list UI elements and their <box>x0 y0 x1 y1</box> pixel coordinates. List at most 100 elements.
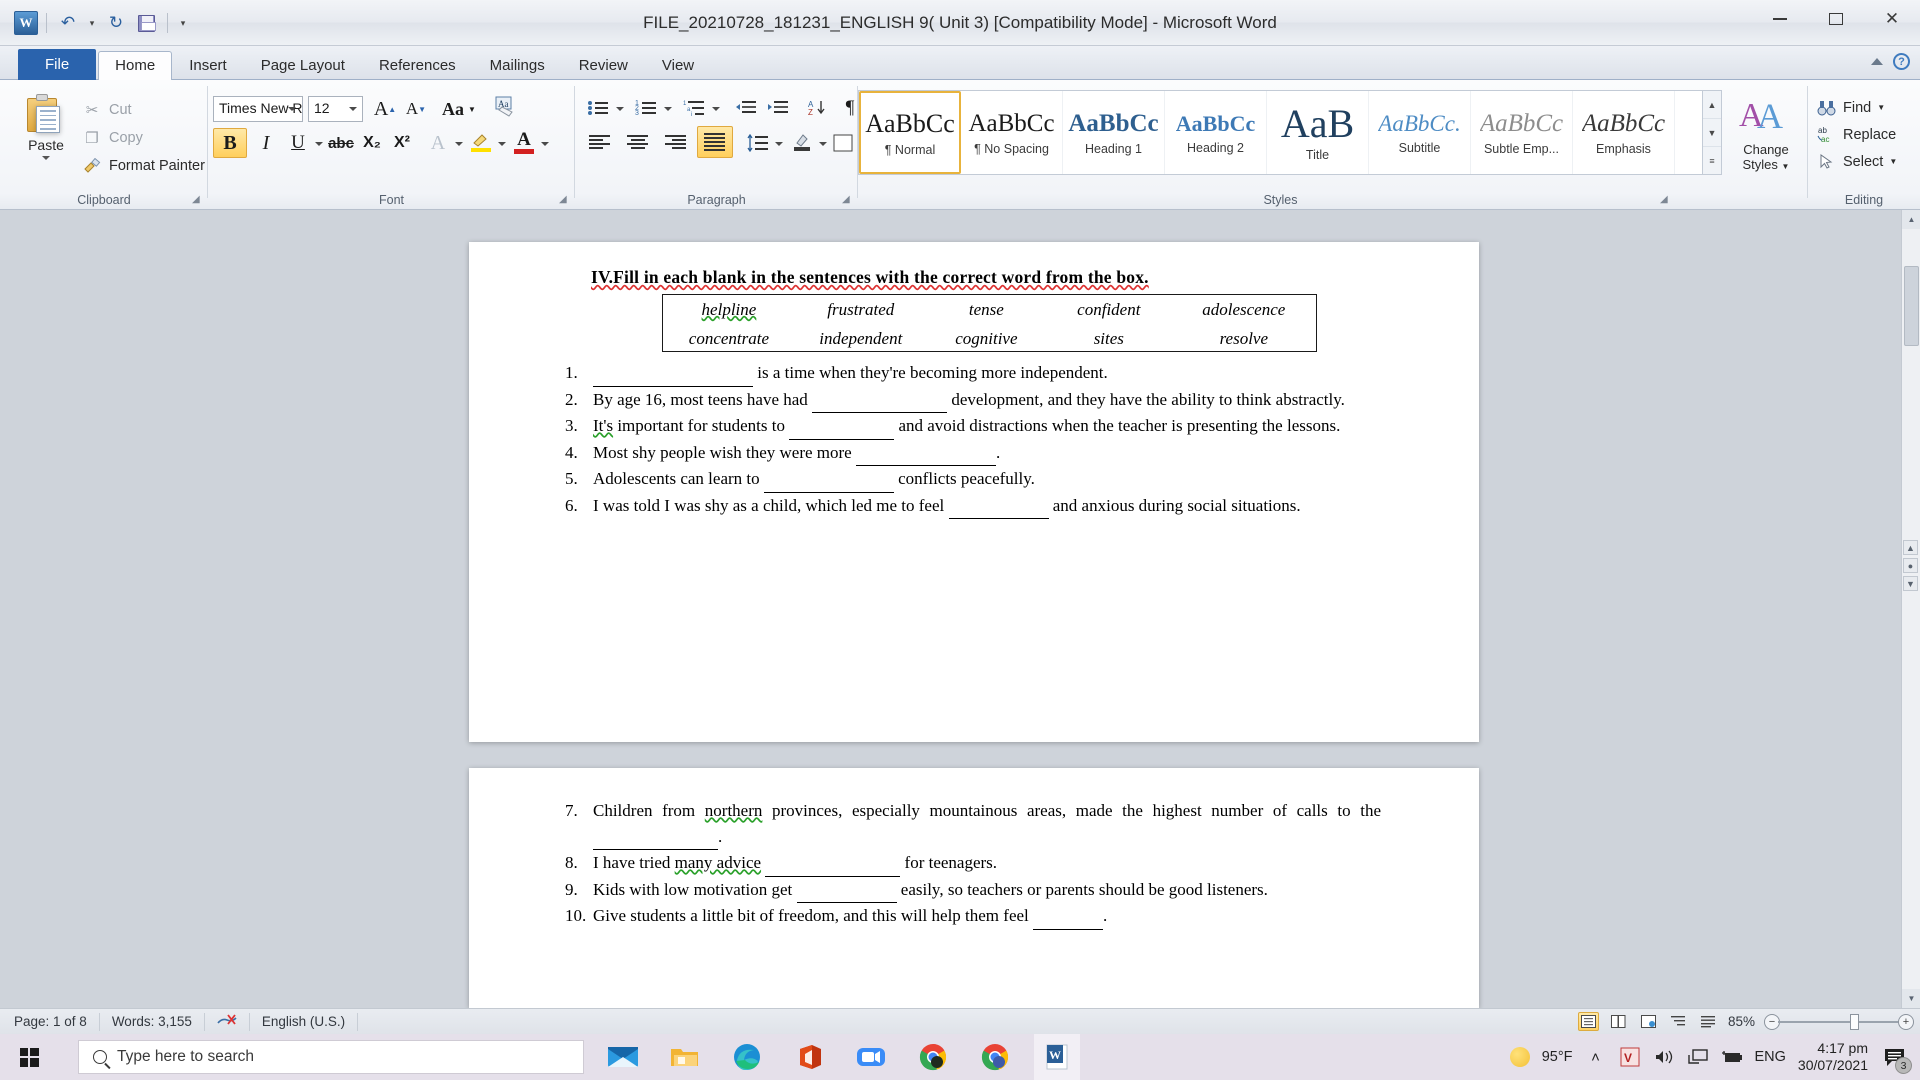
taskbar-word-icon[interactable]: W <box>1034 1034 1080 1080</box>
clipboard-dialog-launcher[interactable]: ◢ <box>192 194 204 206</box>
select-button[interactable]: Select ▼ <box>1816 148 1897 175</box>
style-title[interactable]: AaB Title <box>1267 91 1369 174</box>
view-full-screen-reading-button[interactable] <box>1608 1012 1629 1031</box>
decrease-indent-button[interactable] <box>731 94 761 122</box>
text-effects-button[interactable]: A <box>424 128 452 158</box>
multilevel-dropdown-icon[interactable] <box>712 107 720 111</box>
style-emphasis[interactable]: AaBbCc Emphasis <box>1573 91 1675 174</box>
tab-mailings[interactable]: Mailings <box>473 51 562 81</box>
tab-page-layout[interactable]: Page Layout <box>244 51 362 81</box>
gallery-more-icon[interactable]: ≡ <box>1703 147 1721 175</box>
subscript-button[interactable]: X₂ <box>358 128 386 158</box>
tab-review[interactable]: Review <box>562 51 645 81</box>
align-left-button[interactable] <box>583 128 617 158</box>
scroll-thumb[interactable] <box>1904 266 1919 346</box>
gallery-scroll-up-icon[interactable]: ▲ <box>1703 91 1721 119</box>
font-dialog-launcher[interactable]: ◢ <box>559 194 571 206</box>
multilevel-list-button[interactable]: 1ai <box>679 94 709 122</box>
shading-button[interactable] <box>787 126 817 158</box>
style-heading-1[interactable]: AaBbCc Heading 1 <box>1063 91 1165 174</box>
paste-button[interactable]: Paste <box>16 94 76 160</box>
question-item[interactable]: 5. Adolescents can learn to conflicts pea… <box>561 466 1381 493</box>
bullets-dropdown-icon[interactable] <box>616 107 624 111</box>
sort-button[interactable]: AZ <box>803 94 833 122</box>
answer-blank[interactable] <box>855 440 996 466</box>
question-item[interactable]: 4. Most shy people wish they were more . <box>561 440 1381 466</box>
copy-button[interactable]: ❐ Copy <box>82 124 205 152</box>
cut-button[interactable]: ✂ Cut <box>82 96 205 124</box>
taskbar-edge-icon[interactable] <box>724 1034 770 1080</box>
taskbar-office-icon[interactable] <box>786 1034 832 1080</box>
font-name-dropdown-icon[interactable] <box>288 107 296 111</box>
tab-references[interactable]: References <box>362 51 473 81</box>
style-normal[interactable]: AaBbCc ¶ Normal <box>859 91 961 174</box>
answer-blank[interactable] <box>796 877 897 903</box>
taskbar-mail-icon[interactable] <box>600 1034 646 1080</box>
close-button[interactable]: ✕ <box>1864 0 1920 38</box>
keyboard-language[interactable]: ENG <box>1755 1049 1786 1065</box>
shading-dropdown-icon[interactable] <box>819 142 827 146</box>
answer-blank[interactable] <box>1033 903 1104 930</box>
borders-button[interactable] <box>829 128 857 158</box>
style-subtle-emphasis[interactable]: AaBbCc Subtle Emp... <box>1471 91 1573 174</box>
font-color-button[interactable]: A <box>509 126 539 158</box>
weather-sun-icon[interactable] <box>1509 1047 1530 1067</box>
select-browse-object-button[interactable]: ● <box>1903 558 1918 573</box>
change-styles-button[interactable]: AA Change Styles ▼ <box>1730 94 1802 174</box>
taskbar-chrome-2-icon[interactable] <box>972 1034 1018 1080</box>
view-web-layout-button[interactable] <box>1638 1012 1659 1031</box>
font-size-dropdown-icon[interactable] <box>349 107 357 111</box>
style-heading-2[interactable]: AaBbCc Heading 2 <box>1165 91 1267 174</box>
bullets-button[interactable] <box>583 94 613 122</box>
document-canvas[interactable]: IV.Fill in each blank in the sentences w… <box>0 210 1920 1008</box>
zoom-slider[interactable]: − + <box>1764 1013 1914 1030</box>
line-spacing-dropdown-icon[interactable] <box>775 142 783 146</box>
answer-blank[interactable] <box>812 387 948 413</box>
text-effects-dropdown-icon[interactable] <box>455 142 463 146</box>
show-hidden-icons-icon[interactable]: ˄ <box>1585 1046 1607 1068</box>
antivirus-icon[interactable]: V <box>1619 1046 1641 1068</box>
tab-insert[interactable]: Insert <box>172 51 244 81</box>
align-right-button[interactable] <box>659 128 693 158</box>
question-item[interactable]: 1. is a time when they're becoming more … <box>561 360 1381 387</box>
change-case-button[interactable]: Aa ▼ <box>440 96 478 122</box>
zoom-knob[interactable] <box>1850 1013 1859 1030</box>
strikethrough-button[interactable]: abc <box>326 128 356 158</box>
clear-formatting-button[interactable]: Aa <box>490 94 520 120</box>
numbering-button[interactable]: 123 <box>631 94 661 122</box>
question-item[interactable]: 8. I have tried many advice for teenagers… <box>561 850 1381 877</box>
word-count[interactable]: Words: 3,155 <box>98 1012 204 1031</box>
zoom-level[interactable]: 85% <box>1728 1014 1755 1029</box>
gallery-scroll-down-icon[interactable]: ▼ <box>1703 119 1721 147</box>
taskbar-search-box[interactable]: Type here to search <box>78 1040 584 1074</box>
taskbar-chrome-icon[interactable] <box>910 1034 956 1080</box>
vertical-scrollbar[interactable]: ▲ ▲ ● ▼ ▼ <box>1901 210 1920 1008</box>
minimize-button[interactable] <box>1752 0 1808 38</box>
document-page-2[interactable]: 7. Children from northern provinces, espe… <box>469 768 1479 1008</box>
tab-home[interactable]: Home <box>98 51 173 81</box>
tab-file[interactable]: File <box>18 49 97 81</box>
answer-blank[interactable] <box>593 824 718 850</box>
answer-blank[interactable] <box>789 413 895 440</box>
scroll-down-button[interactable]: ▼ <box>1902 989 1920 1008</box>
question-item[interactable]: 3. It's important for students to and avo… <box>561 413 1381 440</box>
tab-view[interactable]: View <box>645 51 711 81</box>
question-item[interactable]: 7. Children from northern provinces, espe… <box>561 798 1381 850</box>
help-icon[interactable]: ? <box>1893 53 1910 70</box>
page-indicator[interactable]: Page: 1 of 8 <box>0 1013 99 1031</box>
font-color-dropdown-icon[interactable] <box>541 142 549 146</box>
language-indicator[interactable]: English (U.S.) <box>248 1012 359 1031</box>
highlight-button[interactable] <box>466 126 496 158</box>
underline-button[interactable]: U <box>284 128 312 158</box>
maximize-button[interactable] <box>1808 0 1864 38</box>
taskbar-zoom-icon[interactable] <box>848 1034 894 1080</box>
proofing-status-icon[interactable] <box>203 1012 249 1031</box>
highlight-dropdown-icon[interactable] <box>498 142 506 146</box>
volume-icon[interactable] <box>1653 1046 1675 1068</box>
shrink-font-button[interactable]: A ▼ <box>401 96 431 122</box>
style-subtitle[interactable]: AaBbCc. Subtitle <box>1369 91 1471 174</box>
answer-blank[interactable] <box>948 493 1049 519</box>
network-icon[interactable] <box>1687 1046 1709 1068</box>
line-spacing-button[interactable] <box>743 128 773 158</box>
weather-temperature[interactable]: 95°F <box>1542 1049 1573 1065</box>
